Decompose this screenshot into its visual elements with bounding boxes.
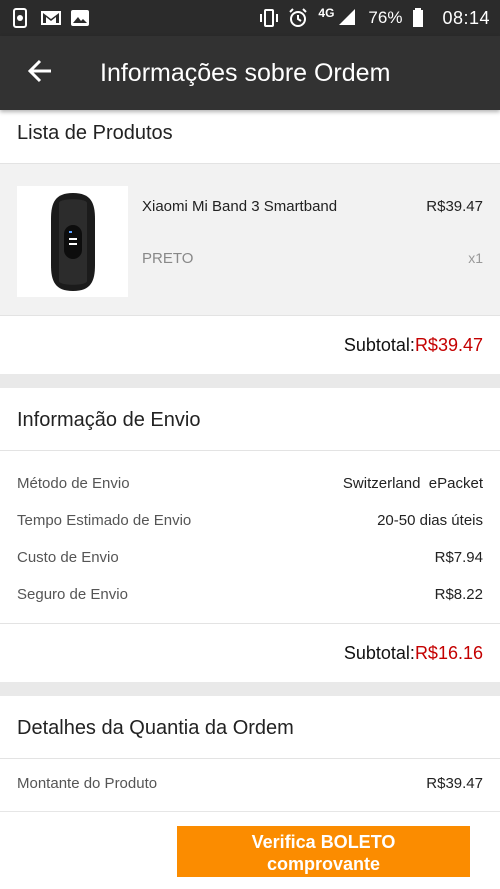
- product-variant: PRETO: [142, 250, 194, 267]
- info-label: Tempo Estimado de Envio: [17, 512, 192, 529]
- alarm-icon: [288, 8, 308, 28]
- info-row-shipping-insurance: Seguro de Envio R$8.22: [0, 576, 500, 613]
- shipping-info-list: Método de Envio Switzerland ePacket Temp…: [0, 451, 500, 624]
- info-row-shipping-cost: Custo de Envio R$7.94: [0, 539, 500, 576]
- subtotal-value: R$16.16: [414, 642, 483, 663]
- gmail-icon: [40, 8, 61, 28]
- subtotal-label: Subtotal:: [343, 334, 415, 355]
- info-value: Switzerland ePacket: [342, 475, 483, 492]
- shipping-subtotal: Subtotal: R$16.16: [0, 624, 500, 682]
- shipping-card: Informação de Envio Método de Envio Swit…: [0, 388, 500, 682]
- product-name: Xiaomi Mi Band 3 Smartband: [142, 198, 338, 215]
- vibrate-icon: [258, 8, 279, 28]
- info-label: Método de Envio: [17, 475, 130, 492]
- info-value: R$39.47: [426, 775, 483, 792]
- product-image: [17, 186, 128, 297]
- order-details-scroll[interactable]: Lista de Produtos Xiaomi Mi Band 3 Smart…: [0, 110, 500, 811]
- page-title: Informações sobre Ordem: [100, 58, 391, 87]
- product-quantity: x1: [468, 250, 483, 266]
- bottom-action-bar: Verifica BOLETO comprovante: [0, 811, 500, 889]
- info-row-shipping-method: Método de Envio Switzerland ePacket: [0, 465, 500, 502]
- products-subtotal: Subtotal: R$39.47: [0, 316, 500, 374]
- info-value: 20-50 dias úteis: [377, 512, 483, 529]
- signal-icon: [338, 8, 358, 28]
- battery-percent: 76%: [368, 8, 403, 27]
- smartband-icon: [50, 192, 95, 291]
- verify-boleto-button[interactable]: Verifica BOLETO comprovante: [177, 826, 470, 877]
- network-type: 4G: [318, 6, 335, 20]
- amount-card: Detalhes da Quantia da Ordem Montante do…: [0, 696, 500, 811]
- info-row-estimated-time: Tempo Estimado de Envio 20-50 dias úteis: [0, 502, 500, 539]
- clock: 08:14: [442, 7, 490, 28]
- products-section-title: Lista de Produtos: [0, 110, 500, 164]
- product-item[interactable]: Xiaomi Mi Band 3 Smartband R$39.47 PRETO…: [0, 164, 500, 316]
- info-label: Montante do Produto: [17, 775, 158, 792]
- app-bar: Informações sobre Ordem: [0, 36, 500, 110]
- info-label: Custo de Envio: [17, 549, 119, 566]
- info-value: R$7.94: [434, 549, 483, 566]
- amount-info-list: Montante do Produto R$39.47: [0, 759, 500, 811]
- arrow-back-icon: [27, 58, 53, 89]
- button-label-line2: comprovante: [266, 854, 381, 874]
- section-divider: [0, 374, 500, 388]
- subtotal-value: R$39.47: [414, 334, 483, 355]
- amount-section-title: Detalhes da Quantia da Ordem: [0, 696, 500, 759]
- products-card: Lista de Produtos Xiaomi Mi Band 3 Smart…: [0, 110, 500, 374]
- status-bar: 4G 76% 08:14: [0, 0, 500, 36]
- subtotal-label: Subtotal:: [343, 642, 415, 663]
- button-label-line1: Verifica BOLETO: [251, 832, 396, 852]
- screen-lock-icon: [10, 8, 30, 28]
- back-button[interactable]: [0, 36, 80, 110]
- gallery-icon: [70, 8, 90, 28]
- product-price: R$39.47: [426, 198, 483, 215]
- info-label: Seguro de Envio: [17, 586, 128, 603]
- info-row-product-amount: Montante do Produto R$39.47: [0, 765, 500, 802]
- section-divider: [0, 682, 500, 696]
- shipping-section-title: Informação de Envio: [0, 388, 500, 451]
- battery-icon: [412, 8, 432, 28]
- info-value: R$8.22: [434, 586, 483, 603]
